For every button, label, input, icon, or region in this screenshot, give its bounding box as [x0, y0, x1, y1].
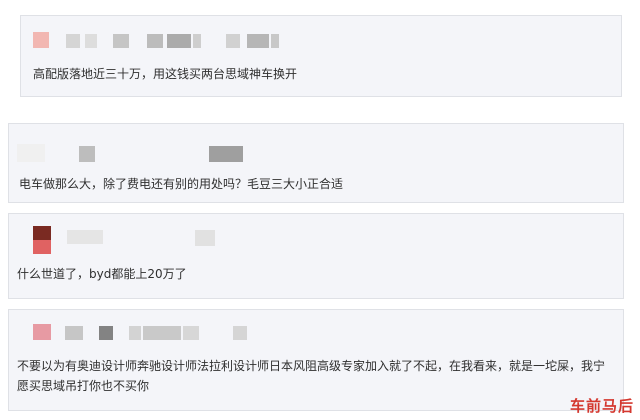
username-redacted: [183, 326, 199, 340]
comment-card-3: 什么世道了，byd都能上20万了: [8, 213, 624, 299]
username-redacted: [65, 326, 83, 340]
username-redacted: [209, 146, 243, 162]
watermark-logo: 车前马后: [569, 397, 634, 415]
comment-text: 不要以为有奥迪设计师奔驰设计师法拉利设计师日本风阻高级专家加入就了不起，在我看来…: [17, 359, 606, 393]
username-redacted: [147, 34, 163, 48]
username-redacted: [167, 34, 191, 48]
comment-card-2: 电车做那么大，除了费电还有别的用处吗？毛豆三大小正合适: [8, 123, 624, 203]
comment-card-4: 不要以为有奥迪设计师奔驰设计师法拉利设计师日本风阻高级专家加入就了不起，在我看来…: [8, 309, 624, 411]
username-redacted: [79, 146, 95, 162]
username-redacted: [99, 326, 113, 340]
username-redacted: [85, 34, 97, 48]
avatar[interactable]: [17, 144, 45, 162]
username-redacted: [129, 326, 141, 340]
username-redacted: [66, 34, 80, 48]
comment-text: 高配版落地近三十万，用这钱买两台思域神车换开: [33, 67, 298, 81]
comment-text: 什么世道了，byd都能上20万了: [17, 267, 187, 281]
comment-card-1: 高配版落地近三十万，用这钱买两台思域神车换开: [20, 15, 622, 97]
username-redacted: [195, 230, 215, 246]
avatar[interactable]: [33, 226, 51, 240]
username-redacted: [271, 34, 279, 48]
username-redacted: [193, 34, 201, 48]
avatar[interactable]: [33, 32, 49, 48]
username-redacted: [247, 34, 269, 48]
avatar-lower: [33, 240, 51, 254]
username-redacted: [233, 326, 247, 340]
username-redacted: [143, 326, 181, 340]
username-redacted: [226, 34, 240, 48]
avatar[interactable]: [33, 324, 51, 340]
comment-text: 电车做那么大，除了费电还有别的用处吗？毛豆三大小正合适: [19, 177, 344, 191]
username-redacted: [113, 34, 129, 48]
username-redacted: [67, 230, 103, 244]
